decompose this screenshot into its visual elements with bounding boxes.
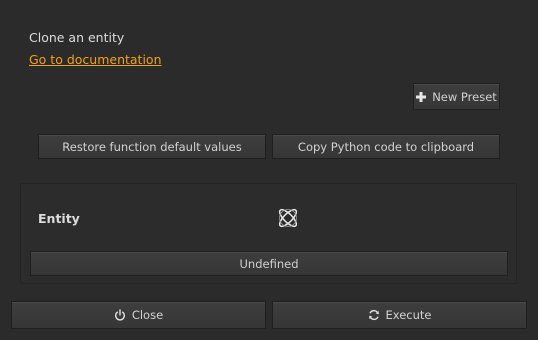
restore-defaults-button[interactable]: Restore function default values xyxy=(38,134,266,159)
close-label: Close xyxy=(131,308,164,322)
refresh-icon xyxy=(368,309,380,321)
power-icon xyxy=(114,309,126,321)
copy-python-button[interactable]: Copy Python code to clipboard xyxy=(272,134,500,159)
close-button[interactable]: Close xyxy=(11,301,266,329)
entity-label: Entity xyxy=(38,211,80,226)
page-title: Clone an entity xyxy=(29,30,125,45)
documentation-link[interactable]: Go to documentation xyxy=(29,52,162,67)
execute-label: Execute xyxy=(385,308,432,322)
entity-value-button[interactable]: Undefined xyxy=(30,251,508,276)
plus-icon xyxy=(416,91,427,102)
new-preset-button[interactable]: New Preset xyxy=(413,83,500,110)
new-preset-label: New Preset xyxy=(432,89,497,104)
execute-button[interactable]: Execute xyxy=(272,301,527,329)
pick-entity-icon[interactable] xyxy=(276,206,300,230)
